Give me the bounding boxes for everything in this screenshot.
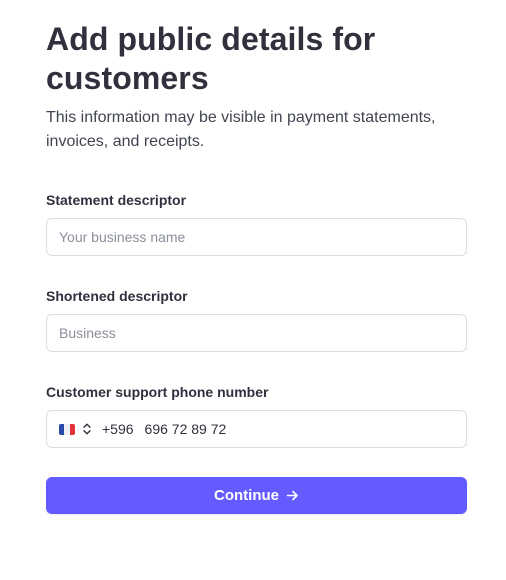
- shortened-descriptor-field: Shortened descriptor: [46, 287, 467, 352]
- arrow-right-icon: [286, 489, 299, 502]
- support-phone-field: Customer support phone number +596: [46, 383, 467, 448]
- dial-code: +596: [102, 421, 134, 437]
- shortened-descriptor-input-box[interactable]: [46, 314, 467, 352]
- continue-button[interactable]: Continue: [46, 477, 467, 514]
- support-phone-input-box[interactable]: +596: [46, 410, 467, 448]
- support-phone-label: Customer support phone number: [46, 384, 269, 400]
- chevron-up-down-icon[interactable]: [82, 422, 92, 436]
- page-title: Add public details for customers: [46, 21, 376, 96]
- statement-descriptor-input-box[interactable]: [46, 218, 467, 256]
- support-phone-input[interactable]: [144, 421, 454, 437]
- shortened-descriptor-label: Shortened descriptor: [46, 288, 188, 304]
- statement-descriptor-label: Statement descriptor: [46, 192, 187, 208]
- shortened-descriptor-input[interactable]: [59, 325, 454, 341]
- public-details-form: Add public details for customers This in…: [46, 20, 467, 514]
- page-subtitle: This information may be visible in payme…: [46, 109, 436, 150]
- france-flag-icon[interactable]: [59, 423, 75, 435]
- statement-descriptor-field: Statement descriptor: [46, 191, 467, 256]
- statement-descriptor-input[interactable]: [59, 229, 454, 245]
- continue-button-label: Continue: [214, 487, 279, 504]
